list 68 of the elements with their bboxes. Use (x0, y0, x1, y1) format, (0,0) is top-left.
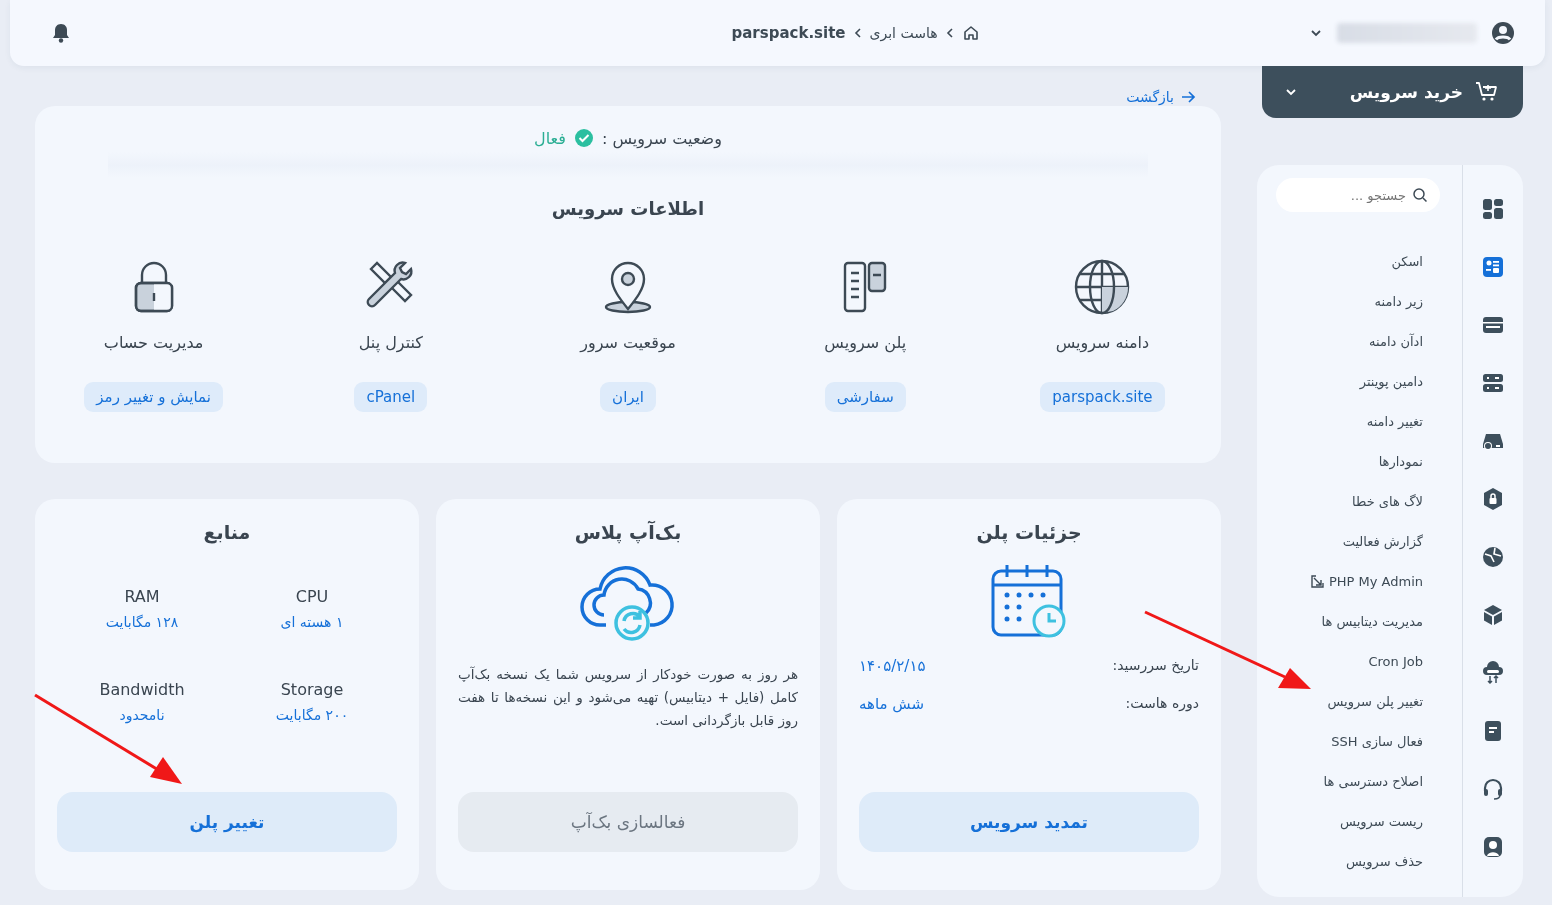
sidebar-menu-item[interactable]: ادآن دامنه (1369, 321, 1423, 361)
cube-icon[interactable] (1481, 603, 1505, 627)
resource-label: Storage (280, 680, 344, 699)
sidebar-menu-item[interactable]: تغییر پلن سرویس (1327, 681, 1423, 721)
chevron-left-icon (944, 27, 955, 39)
home-icon[interactable] (961, 24, 980, 42)
sidebar-menu-item[interactable]: PHP My Admin (1310, 561, 1423, 601)
detail-label: دوره هاست: (1125, 695, 1199, 713)
info-value-chip[interactable]: سفارشی (824, 382, 906, 412)
back-link[interactable]: بازگشت (1126, 89, 1196, 105)
sidebar-menu-item[interactable]: تغییر دامنه (1366, 401, 1423, 441)
resource-value: ۱۲۸ مگابایت (105, 614, 179, 630)
info-value-chip[interactable]: نمایش و تغییر رمز (84, 382, 223, 412)
cart-icon (1475, 81, 1499, 103)
buy-service-button[interactable]: خرید سرویس (1262, 66, 1523, 118)
user-icon[interactable] (1481, 835, 1505, 859)
sidebar-menu-item[interactable]: ریست سرویس (1340, 801, 1423, 841)
detail-value: ۱۴۰۵/۲/۱۵ (859, 657, 926, 675)
info-label: دامنه سرویس (1055, 333, 1150, 352)
info-label: کنترل پنل (358, 333, 423, 352)
shield-lock-icon[interactable] (1481, 487, 1505, 511)
section-title: اطلاعات سرویس (551, 198, 705, 219)
breadcrumb-link[interactable]: parspack.site (731, 24, 846, 42)
sidebar-menu-item[interactable]: زیر دامنه (1374, 281, 1423, 321)
resource-label: RAM (124, 587, 160, 606)
user-avatar-icon[interactable] (1491, 21, 1515, 45)
change-plan-button[interactable]: تغییر پلن (57, 792, 397, 852)
sidebar-menu-item[interactable]: گزارش فعالیت (1342, 521, 1423, 561)
resource-value: ۲۰۰ مگابایت (275, 707, 349, 723)
status-label: وضعیت سرویس : (601, 128, 722, 148)
sidebar-menu-item[interactable]: لاگ های خطا (1352, 481, 1423, 521)
sidebar-menu-item[interactable]: نمودارها (1378, 441, 1423, 481)
chevron-left-icon (852, 27, 863, 39)
sidebar-menu-item[interactable]: دامین پوینتر (1359, 361, 1423, 401)
info-value-chip[interactable]: parspack.site (1040, 382, 1165, 412)
resource-value: ۱ هسته ای (280, 614, 344, 630)
sidebar-menu-item[interactable]: مدیریت دیتابیس ها (1321, 601, 1423, 641)
sidebar-menu-item[interactable]: اسکن (1391, 241, 1423, 281)
card-title: منابع (203, 521, 251, 543)
resource-label: CPU (295, 587, 329, 606)
cloud-transfer-icon[interactable] (1481, 661, 1505, 685)
info-label: مدیریت حساب (103, 333, 204, 352)
globe-icon[interactable] (1481, 545, 1505, 569)
server-icon[interactable] (1481, 371, 1505, 395)
sidebar-menu-item[interactable]: اصلاح دسترسی ها (1323, 761, 1423, 801)
status-value: فعال (534, 128, 566, 148)
info-value-chip[interactable]: ایران (600, 382, 656, 412)
arrow-right-icon (1180, 90, 1196, 104)
sidebar-menu-item[interactable]: حذف سرویس (1346, 841, 1423, 881)
info-label: موقعیت سرور (580, 333, 676, 352)
sidebar-menu-item[interactable]: فعال سازی SSH (1331, 721, 1423, 761)
info-label: پلن سرویس (824, 333, 907, 352)
resource-label: Bandwidth (99, 680, 185, 699)
detail-value: شش ماهه (859, 695, 925, 713)
detail-label: تاریخ سررسید: (1112, 657, 1199, 675)
card-title: جزئیات پلن (976, 521, 1082, 543)
search-field[interactable]: جستجو ... (1276, 178, 1440, 212)
search-icon (1412, 187, 1428, 203)
resource-value: نامحدود (119, 707, 165, 723)
sidebar-menu-item[interactable]: Cron Job (1368, 641, 1423, 681)
notification-bell-icon[interactable] (50, 22, 72, 44)
headset-icon[interactable] (1481, 777, 1505, 801)
breadcrumb-link[interactable]: هاست ابری (869, 25, 938, 41)
info-value-chip[interactable]: cPanel (354, 382, 428, 412)
backup-description: هر روز به صورت خودکار از سرویس شما یک نسخه بک‌آپ کامل (فایل + دیتابیس) تهیه می‌شود و این نسخه‌ها تا هفت روز قابل بازگردانی است. (458, 665, 798, 731)
dashboard-icon[interactable] (1481, 197, 1505, 221)
card-title: بک‌آپ پلاس (574, 521, 682, 543)
renew-service-button[interactable]: تمدید سرویس (859, 792, 1199, 852)
